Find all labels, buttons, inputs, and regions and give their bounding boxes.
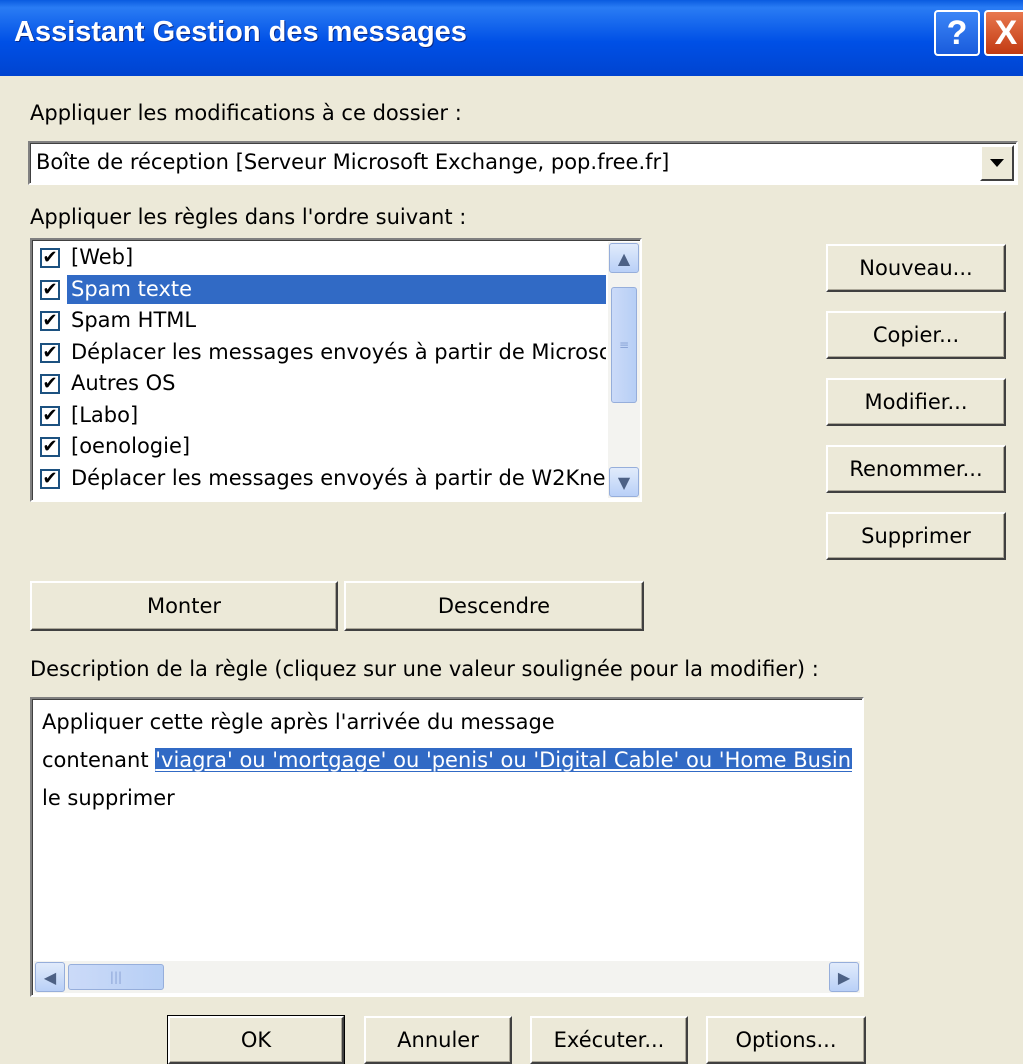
chevron-down-icon [990, 159, 1004, 167]
rules-list: ✔ [Web] ✔ Spam texte ✔ Spam HTML ✔ Déplacer les… [34, 242, 606, 498]
help-icon: ? [946, 13, 968, 52]
grip-icon: ||| [109, 970, 123, 984]
rule-item-label: Spam HTML [71, 308, 197, 332]
description-label: Description de la règle (cliquez sur une… [30, 657, 819, 681]
scroll-right-button[interactable]: ▶ [829, 962, 859, 992]
description-condition-text: Appliquer cette règle après l'arrivée du… [42, 710, 555, 734]
keywords-value-link[interactable]: 'viagra' ou 'mortgage' ou 'penis' ou 'Di… [155, 748, 852, 772]
folder-dropdown-button[interactable] [980, 145, 1014, 181]
scroll-left-button[interactable]: ◀ [35, 962, 65, 992]
rule-item-label: [Labo] [71, 402, 139, 427]
close-button[interactable]: X [984, 10, 1023, 56]
title-bar[interactable]: Assistant Gestion des messages ? X [0, 0, 1023, 76]
folder-label: Appliquer les modifications à ce dossier… [30, 101, 462, 125]
rule-enabled-checkbox[interactable]: ✔ [40, 437, 60, 457]
rule-enabled-checkbox[interactable]: ✔ [40, 279, 60, 300]
chevron-up-icon: ▲ [617, 248, 631, 268]
rule-enabled-checkbox[interactable]: ✔ [40, 248, 60, 268]
rule-enabled-checkbox[interactable]: ✔ [40, 468, 60, 489]
description-horizontal-scrollbar[interactable]: ◀ ||| ▶ [34, 961, 860, 993]
description-line: Appliquer cette règle après l'arrivée du… [42, 703, 852, 741]
folder-combobox[interactable]: Boîte de réception [Serveur Microsoft Ex… [28, 141, 1018, 185]
scroll-down-button[interactable]: ▼ [609, 467, 639, 497]
rules-vertical-scrollbar[interactable]: ▲ ≡ ▼ [608, 242, 640, 498]
rule-enabled-checkbox[interactable]: ✔ [40, 405, 60, 426]
rule-item-label: [oenologie] [71, 434, 191, 458]
grip-icon: ≡ [618, 338, 630, 352]
move-up-button[interactable]: Monter [30, 581, 338, 631]
help-button[interactable]: ? [934, 10, 980, 56]
rule-item[interactable]: ✔ Déplacer les messages envoyés à partir … [34, 463, 606, 495]
close-icon: X [994, 13, 1018, 52]
rule-item[interactable]: ✔ Spam texte [34, 274, 606, 306]
description-prefix-text: contenant [42, 748, 156, 772]
scroll-up-button[interactable]: ▲ [609, 243, 639, 273]
description-scroll-thumb[interactable]: ||| [68, 964, 164, 990]
folder-selected-value: Boîte de réception [Serveur Microsoft Ex… [36, 150, 670, 174]
ok-button[interactable]: OK [167, 1015, 345, 1064]
rule-item-label: Spam texte [67, 274, 606, 304]
rule-description-box[interactable]: Appliquer cette règle après l'arrivée du… [30, 697, 864, 997]
chevron-right-icon: ▶ [837, 967, 851, 987]
rule-item[interactable]: ✔ Autres OS [34, 368, 606, 400]
rules-label: Appliquer les règles dans l'ordre suivan… [30, 205, 467, 229]
copy-rule-button[interactable]: Copier... [826, 311, 1006, 359]
rule-item[interactable]: ✔ Déplacer les messages envoyés à partir … [34, 337, 606, 369]
rule-item[interactable]: ✔ [Labo] [34, 400, 606, 432]
rule-item[interactable]: ✔ [oenologie] [34, 431, 606, 463]
rules-scroll-thumb[interactable]: ≡ [611, 287, 637, 403]
chevron-left-icon: ◀ [43, 967, 57, 987]
modify-rule-button[interactable]: Modifier... [826, 378, 1006, 426]
description-line: le supprimer [42, 779, 852, 817]
rule-item[interactable]: ✔ [Web] [34, 242, 606, 274]
rule-enabled-checkbox[interactable]: ✔ [40, 342, 60, 363]
rule-description-content: Appliquer cette règle après l'arrivée du… [42, 703, 852, 817]
rule-item-label: Déplacer les messages envoyés à partir d… [71, 339, 606, 364]
rule-item[interactable]: ✔ Spam HTML [34, 305, 606, 337]
rule-item-label: [Web] [71, 245, 134, 269]
cancel-button[interactable]: Annuler [364, 1016, 512, 1064]
new-rule-button[interactable]: Nouveau... [826, 244, 1006, 292]
options-button[interactable]: Options... [706, 1016, 866, 1064]
rule-item-label: Autres OS [71, 371, 176, 395]
description-action-text: le supprimer [42, 786, 175, 810]
move-down-button[interactable]: Descendre [344, 581, 644, 631]
run-rules-button[interactable]: Exécuter... [530, 1016, 688, 1064]
description-line: contenant 'viagra' ou 'mortgage' ou 'pen… [42, 741, 852, 779]
rules-listbox[interactable]: ✔ [Web] ✔ Spam texte ✔ Spam HTML ✔ Déplacer les… [30, 238, 642, 502]
rule-enabled-checkbox[interactable]: ✔ [40, 374, 60, 394]
rename-rule-button[interactable]: Renommer... [826, 445, 1006, 493]
chevron-down-icon: ▼ [617, 472, 631, 492]
window-title: Assistant Gestion des messages [14, 16, 467, 48]
rule-enabled-checkbox[interactable]: ✔ [40, 311, 60, 331]
delete-rule-button[interactable]: Supprimer [826, 512, 1006, 560]
rule-item-label: Déplacer les messages envoyés à partir d… [71, 465, 606, 490]
